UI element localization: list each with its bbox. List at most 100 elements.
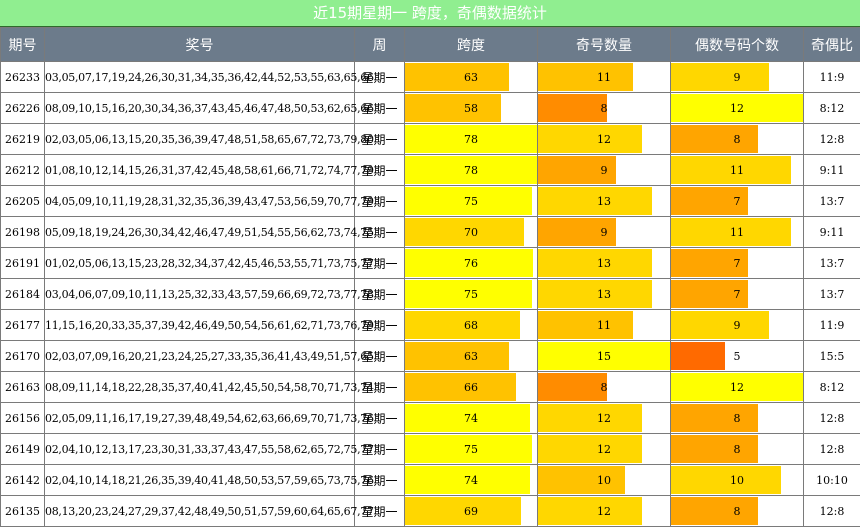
ratio-cell: 8:12 <box>803 92 860 124</box>
even-count-cell: 7 <box>670 278 804 310</box>
even-count-cell-value: 11 <box>730 163 744 177</box>
stats-panel: 近15期星期一 跨度，奇偶数据统计 期号 奖号 周 跨度 奇号数量 偶数号码个数… <box>0 0 860 527</box>
even-count-cell-value: 9 <box>733 70 741 84</box>
ratio-cell: 12:8 <box>803 402 860 434</box>
table-body: 26233 03,05,07,17,19,24,26,30,31,34,35,36… <box>0 61 860 527</box>
even-count-cell-value: 11 <box>730 225 744 239</box>
odd-count-cell-value: 9 <box>600 225 608 239</box>
table-row: 26226 08,09,10,15,16,20,30,34,36,37,43,45… <box>0 92 860 124</box>
odd-count-cell-value: 11 <box>597 318 611 332</box>
numbers-cell: 08,09,11,14,18,22,28,35,37,40,41,42,45,5… <box>44 371 374 403</box>
span-cell-value: 74 <box>464 473 478 487</box>
odd-count-cell: 9 <box>537 216 671 248</box>
span-cell-value: 76 <box>464 256 478 270</box>
odd-count-cell-value: 12 <box>597 504 611 518</box>
table-row: 26142 02,04,10,14,18,21,26,35,39,40,41,48… <box>0 464 860 496</box>
numbers-cell: 02,04,10,14,18,21,26,35,39,40,41,48,50,5… <box>44 464 374 496</box>
odd-count-cell-value: 13 <box>597 256 611 270</box>
week-cell: 星期一 <box>354 123 405 155</box>
issue-cell: 26156 <box>0 402 45 434</box>
numbers-cell: 02,03,07,09,16,20,21,23,24,25,27,33,35,3… <box>44 340 374 372</box>
span-cell-value: 63 <box>464 70 478 84</box>
span-cell: 76 <box>404 247 538 279</box>
ratio-cell: 13:7 <box>803 278 860 310</box>
week-cell: 星期一 <box>354 61 405 93</box>
span-cell-value: 75 <box>464 287 478 301</box>
table-row: 26198 05,09,18,19,24,26,30,34,42,46,47,49… <box>0 216 860 248</box>
span-cell: 78 <box>404 154 538 186</box>
span-cell-value: 68 <box>464 318 478 332</box>
even-count-cell-value: 7 <box>733 194 741 208</box>
span-cell: 74 <box>404 402 538 434</box>
week-cell: 星期一 <box>354 216 405 248</box>
numbers-cell: 03,04,06,07,09,10,11,13,25,32,33,43,57,5… <box>44 278 374 310</box>
odd-count-cell: 10 <box>537 464 671 496</box>
ratio-cell: 9:11 <box>803 154 860 186</box>
even-count-cell-value: 9 <box>733 318 741 332</box>
span-cell: 70 <box>404 216 538 248</box>
week-cell: 星期一 <box>354 309 405 341</box>
span-cell: 78 <box>404 123 538 155</box>
issue-cell: 26177 <box>0 309 45 341</box>
span-cell: 69 <box>404 495 538 527</box>
issue-cell: 26149 <box>0 433 45 465</box>
odd-count-cell-value: 12 <box>597 411 611 425</box>
table-row: 26191 01,02,05,06,13,15,23,28,32,34,37,42… <box>0 247 860 279</box>
week-cell: 星期一 <box>354 278 405 310</box>
even-count-cell-value: 8 <box>733 442 741 456</box>
span-cell-value: 63 <box>464 349 478 363</box>
even-count-cell-value: 5 <box>733 349 741 363</box>
even-count-cell: 12 <box>670 371 804 403</box>
span-cell: 63 <box>404 61 538 93</box>
page-title: 近15期星期一 跨度，奇偶数据统计 <box>0 0 860 27</box>
odd-count-cell: 11 <box>537 61 671 93</box>
week-cell: 星期一 <box>354 495 405 527</box>
ratio-cell: 10:10 <box>803 464 860 496</box>
span-cell: 74 <box>404 464 538 496</box>
even-count-cell-value: 8 <box>733 504 741 518</box>
week-cell: 星期一 <box>354 185 405 217</box>
table-row: 26170 02,03,07,09,16,20,21,23,24,25,27,33… <box>0 340 860 372</box>
header-issue: 期号 <box>0 27 45 62</box>
issue-cell: 26212 <box>0 154 45 186</box>
numbers-cell: 05,09,18,19,24,26,30,34,42,46,47,49,51,5… <box>44 216 374 248</box>
table-row: 26212 01,08,10,12,14,15,26,31,37,42,45,48… <box>0 154 860 186</box>
odd-count-cell-value: 12 <box>597 442 611 456</box>
table-row: 26177 11,15,16,20,33,35,37,39,42,46,49,50… <box>0 309 860 341</box>
even-count-cell: 8 <box>670 123 804 155</box>
even-count-cell: 9 <box>670 61 804 93</box>
table-row: 26163 08,09,11,14,18,22,28,35,37,40,41,42… <box>0 371 860 403</box>
even-count-cell: 11 <box>670 154 804 186</box>
numbers-cell: 08,09,10,15,16,20,30,34,36,37,43,45,46,4… <box>44 92 374 124</box>
week-cell: 星期一 <box>354 92 405 124</box>
issue-cell: 26219 <box>0 123 45 155</box>
issue-cell: 26233 <box>0 61 45 93</box>
week-cell: 星期一 <box>354 154 405 186</box>
issue-cell: 26135 <box>0 495 45 527</box>
odd-count-cell: 13 <box>537 278 671 310</box>
header-even-count: 偶数号码个数 <box>670 27 804 62</box>
odd-count-cell: 8 <box>537 371 671 403</box>
span-cell-value: 78 <box>464 163 478 177</box>
table-row: 26219 02,03,05,06,13,15,20,35,36,39,47,48… <box>0 123 860 155</box>
week-cell: 星期一 <box>354 247 405 279</box>
header-odd-count: 奇号数量 <box>537 27 671 62</box>
span-cell-value: 66 <box>464 380 478 394</box>
ratio-cell: 9:11 <box>803 216 860 248</box>
odd-count-cell: 8 <box>537 92 671 124</box>
header-numbers: 奖号 <box>44 27 355 62</box>
numbers-cell: 04,05,09,10,11,19,28,31,32,35,36,39,43,4… <box>44 185 374 217</box>
span-cell-value: 75 <box>464 442 478 456</box>
header-week: 周 <box>354 27 405 62</box>
even-count-cell: 7 <box>670 185 804 217</box>
odd-count-cell: 12 <box>537 495 671 527</box>
odd-count-cell: 13 <box>537 185 671 217</box>
issue-cell: 26205 <box>0 185 45 217</box>
table-row: 26184 03,04,06,07,09,10,11,13,25,32,33,43… <box>0 278 860 310</box>
even-count-cell: 5 <box>670 340 804 372</box>
numbers-cell: 02,03,05,06,13,15,20,35,36,39,47,48,51,5… <box>44 123 374 155</box>
even-count-cell: 12 <box>670 92 804 124</box>
span-cell: 68 <box>404 309 538 341</box>
span-cell: 63 <box>404 340 538 372</box>
odd-count-cell-value: 12 <box>597 132 611 146</box>
